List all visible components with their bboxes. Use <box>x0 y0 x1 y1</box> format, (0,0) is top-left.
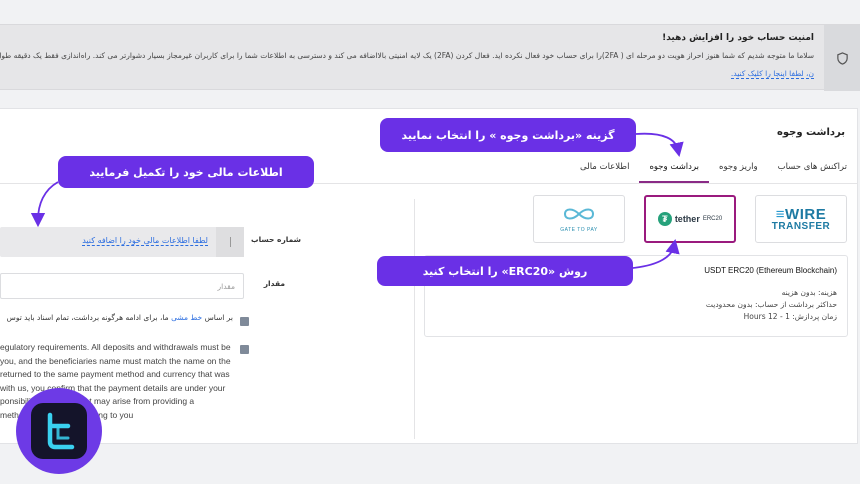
tab-financial-info[interactable]: اطلاعات مالی <box>570 153 639 183</box>
amount-label: مقدار <box>263 279 285 288</box>
gate-to-pay-logo: GATE TO PAY <box>559 205 599 233</box>
infinity-icon <box>563 208 595 220</box>
method-details-title: USDT ERC20 (Ethereum Blockchain) <box>704 266 837 275</box>
account-number-label: شماره حساب <box>251 235 301 244</box>
annotation-select-withdraw-tab: گزینه «برداشت وجوه » را انتخاب نمایید <box>380 118 636 152</box>
add-financial-info-link[interactable]: لطفا اطلاعات مالی خود را اضافه کنید <box>82 236 208 246</box>
tab-deposit[interactable]: واریز وجوه <box>709 153 768 183</box>
policy-text: بر اساس خط مشی ما، برای ادامه هرگونه برد… <box>6 313 233 322</box>
tether-icon: ₮ <box>657 212 672 226</box>
tab-account-transactions[interactable]: تراکنش های حساب <box>768 153 857 183</box>
method-wire-transfer[interactable]: ≡WIRE TRANSFER <box>755 195 847 243</box>
brand-logo <box>16 388 102 474</box>
policy-checkbox[interactable] <box>240 317 249 326</box>
shield-icon <box>836 51 848 65</box>
page-title: برداشت وجوه <box>776 127 845 138</box>
account-field-addon <box>216 227 244 257</box>
tether-logo: ₮ tether ERC20 <box>657 212 722 226</box>
policy-link[interactable]: خط مشی <box>171 313 202 322</box>
annotation-select-erc20: روش «ERC20» را انتخاب کنید <box>377 256 633 286</box>
alert-title: امنیت حساب خود را افزایش دهید! <box>662 33 814 43</box>
method-processing-time: زمان پردازش: 1 - 12 Hours <box>743 312 837 321</box>
brand-logo-mark <box>31 403 87 459</box>
method-fee: هزینه: بدون هزینه <box>781 288 837 297</box>
account-number-field[interactable]: لطفا اطلاعات مالی خود را اضافه کنید <box>0 227 244 257</box>
amount-input[interactable] <box>0 273 244 299</box>
method-max-withdraw: حداکثر برداشت از حساب: بدون محدودیت <box>705 300 837 309</box>
column-divider <box>414 199 415 439</box>
terms-checkbox[interactable] <box>240 345 249 354</box>
alert-side-bar <box>824 25 860 91</box>
wire-transfer-logo: ≡WIRE TRANSFER <box>771 205 831 232</box>
tab-withdraw[interactable]: برداشت وجوه <box>639 153 710 183</box>
security-alert: امنیت حساب خود را افزایش دهید! سلاما ما … <box>0 24 860 91</box>
annotation-complete-financial-info: اطلاعات مالی خود را تکمیل فرمایید <box>58 156 314 188</box>
method-gate-to-pay[interactable]: GATE TO PAY <box>533 195 625 243</box>
alert-body: سلاما ما متوجه شدیم که شما هنوز احراز هو… <box>0 51 814 60</box>
brand-letter-icon <box>47 412 75 450</box>
tab-bar: تراکنش های حساب واریز وجوه برداشت وجوه ا… <box>570 153 857 183</box>
alert-2fa-link[interactable]: ن، لطفا اینجا را کلیک کنید. <box>730 69 814 79</box>
method-usdt-erc20[interactable]: ₮ tether ERC20 <box>644 195 736 243</box>
